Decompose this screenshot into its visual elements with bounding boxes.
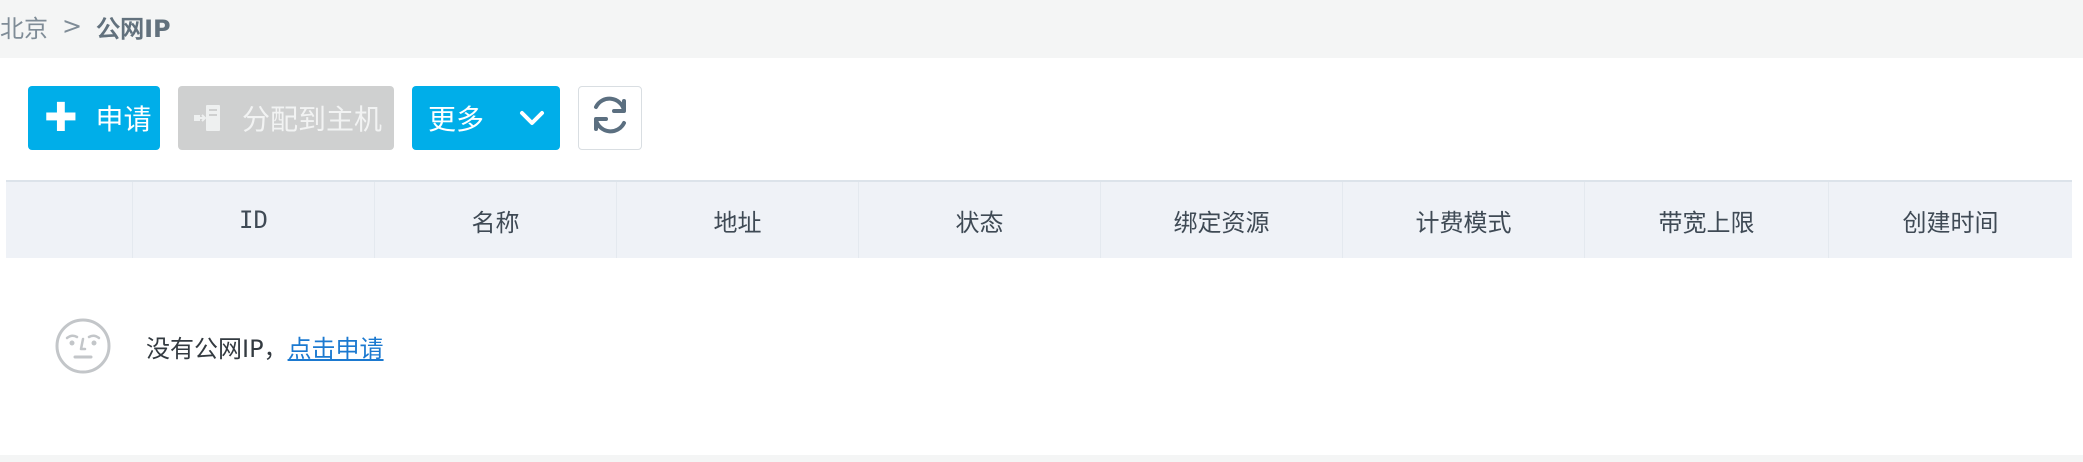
assign-host-icon <box>194 103 222 133</box>
column-header-billing-mode[interactable]: 计费模式 <box>1342 182 1584 258</box>
content-panel: ✚ 申请 分配到主机 更多 ID 名称 地址 状态 绑定资源 计费模式 带宽上限… <box>0 58 2083 455</box>
sad-face-icon <box>54 317 112 375</box>
page-title: 公网IP <box>96 14 171 43</box>
column-header-name[interactable]: 名称 <box>374 182 616 258</box>
column-header-created-time[interactable]: 创建时间 <box>1828 182 2072 258</box>
breadcrumb-separator: > <box>62 12 83 40</box>
empty-message: 没有公网IP， <box>146 334 288 363</box>
column-header-bound-resource[interactable]: 绑定资源 <box>1100 182 1342 258</box>
column-header-id[interactable]: ID <box>132 182 374 258</box>
column-header-bandwidth-limit[interactable]: 带宽上限 <box>1584 182 1828 258</box>
table-header: ID 名称 地址 状态 绑定资源 计费模式 带宽上限 创建时间 <box>6 180 2072 258</box>
assign-to-host-label: 分配到主机 <box>242 103 383 136</box>
toolbar: ✚ 申请 分配到主机 更多 <box>28 86 660 150</box>
column-header-address[interactable]: 地址 <box>616 182 858 258</box>
plus-icon: ✚ <box>44 95 78 141</box>
column-header-status[interactable]: 状态 <box>858 182 1100 258</box>
refresh-icon <box>588 93 632 144</box>
apply-link[interactable]: 点击申请 <box>288 329 384 364</box>
more-dropdown-button[interactable]: 更多 <box>412 86 560 150</box>
refresh-button[interactable] <box>578 86 642 150</box>
assign-to-host-button[interactable]: 分配到主机 <box>178 86 394 150</box>
breadcrumb-region[interactable]: 北京 <box>0 9 48 44</box>
column-header-select <box>6 182 132 258</box>
apply-button-label: 申请 <box>95 103 152 136</box>
more-button-label: 更多 <box>428 103 485 136</box>
apply-button[interactable]: ✚ 申请 <box>28 86 160 150</box>
breadcrumb: 北京 > 公网IP <box>0 8 171 44</box>
empty-state: 没有公网IP， 点击申请 <box>54 316 384 376</box>
chevron-down-icon <box>518 104 546 132</box>
